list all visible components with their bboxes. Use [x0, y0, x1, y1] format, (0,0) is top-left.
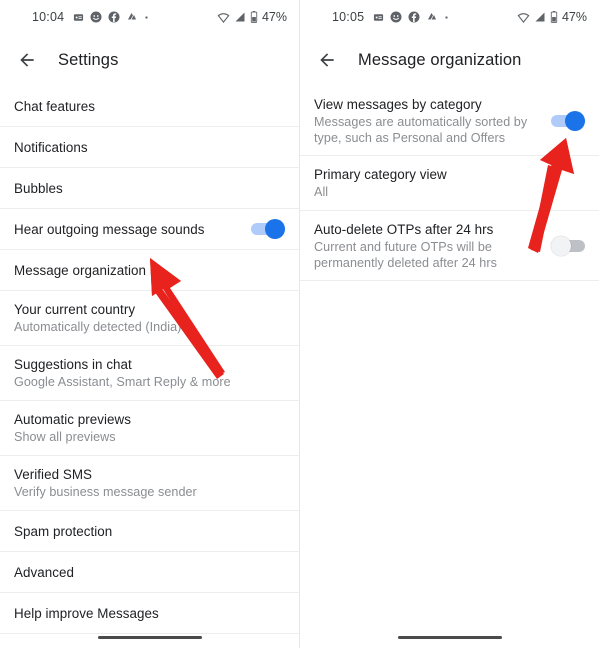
row-title: Primary category view [314, 167, 447, 182]
message-organization-screen: 10:05 47% Message organization View mess… [300, 0, 599, 648]
row-title: Suggestions in chat [14, 357, 132, 372]
dot-icon [444, 15, 449, 20]
toggle-thumb [551, 235, 571, 256]
row-text-group: Auto-delete OTPs after 24 hrs Current an… [314, 212, 541, 280]
settings-row-spam-protection[interactable]: Spam protection [0, 511, 299, 552]
settings-row-hear-outgoing-message-sounds[interactable]: Hear outgoing message sounds [0, 209, 299, 250]
row-text-group: Automatic previews Show all previews [14, 402, 285, 454]
row-subtitle: Messages are automatically sorted by typ… [314, 114, 528, 145]
battery-icon [250, 11, 258, 23]
row-text-group: Suggestions in chat Google Assistant, Sm… [14, 347, 285, 399]
row-title: Message organization [14, 262, 147, 278]
row-title: Verified SMS [14, 467, 93, 482]
status-notification-icons [73, 11, 149, 23]
settings-row-advanced[interactable]: Advanced [0, 552, 299, 593]
signal-bars-icon [534, 11, 546, 23]
row-title: View messages by category [314, 96, 482, 112]
row-title: Advanced [14, 564, 74, 580]
row-text-group: Advanced [14, 555, 285, 590]
toggle-thumb [565, 110, 585, 131]
settings-row-view-messages-by-category[interactable]: View messages by category Messages are a… [300, 86, 599, 156]
back-arrow-icon[interactable] [14, 47, 40, 73]
row-text-group: Message organization [14, 253, 285, 288]
status-bar-left: 10:04 47% [0, 0, 299, 34]
dual-screenshot-container: 10:04 47% Settings Chat features Notific… [0, 0, 600, 648]
app-badge-icon [73, 12, 84, 23]
emoji-circle-icon [390, 11, 402, 23]
dot-icon [144, 15, 149, 20]
row-title: Help improve Messages [14, 605, 159, 621]
row-subtitle: Show all previews [14, 430, 116, 444]
toggle-auto-delete-otps[interactable] [551, 235, 585, 256]
settings-row-message-organization[interactable]: Message organization [0, 250, 299, 291]
row-subtitle: Google Assistant, Smart Reply & more [14, 375, 231, 389]
row-text-group: Notifications [14, 130, 285, 165]
settings-row-primary-category-view[interactable]: Primary category view All [300, 156, 599, 211]
status-bar-right: 10:05 47% [300, 0, 599, 34]
row-subtitle: All [314, 185, 329, 199]
settings-list: Chat features Notifications Bubbles Hear… [0, 86, 299, 634]
settings-row-bubbles[interactable]: Bubbles [0, 168, 299, 209]
app-bar-right: Message organization [300, 34, 599, 86]
status-time: 10:04 [32, 10, 65, 24]
wifi-icon [217, 11, 230, 24]
emoji-circle-icon [90, 11, 102, 23]
gesture-nav-bar-left [0, 626, 299, 648]
toggle-view-messages-by-category[interactable] [551, 110, 585, 131]
row-text-group: Your current country Automatically detec… [14, 292, 285, 344]
gesture-nav-bar-right [300, 626, 599, 648]
settings-row-your-current-country[interactable]: Your current country Automatically detec… [0, 291, 299, 346]
status-system-icons: 47% [517, 10, 587, 24]
row-text-group: Primary category view All [314, 157, 585, 209]
row-text-group: View messages by category Messages are a… [314, 87, 541, 155]
settings-row-verified-sms[interactable]: Verified SMS Verify business message sen… [0, 456, 299, 511]
settings-row-automatic-previews[interactable]: Automatic previews Show all previews [0, 401, 299, 456]
toggle-thumb [265, 219, 285, 239]
row-title: Spam protection [14, 523, 113, 539]
facebook-icon [108, 11, 120, 23]
row-title: Your current country [14, 302, 136, 317]
row-text-group: Verified SMS Verify business message sen… [14, 457, 285, 509]
row-title: Notifications [14, 139, 88, 155]
row-title: Automatic previews [14, 412, 131, 427]
settings-row-notifications[interactable]: Notifications [0, 127, 299, 168]
row-title: Hear outgoing message sounds [14, 221, 205, 237]
settings-row-auto-delete-otps[interactable]: Auto-delete OTPs after 24 hrs Current an… [300, 211, 599, 281]
app-bar-left: Settings [0, 34, 299, 86]
settings-screen: 10:04 47% Settings Chat features Notific… [0, 0, 300, 648]
facebook-icon [408, 11, 420, 23]
row-subtitle: Automatically detected (India) [14, 320, 182, 334]
row-title: Auto-delete OTPs after 24 hrs [314, 221, 494, 237]
row-subtitle: Current and future OTPs will be permanen… [314, 239, 497, 270]
signal-bars-icon [234, 11, 246, 23]
toggle-hear-outgoing-message-sounds[interactable] [251, 219, 285, 239]
battery-percent-label: 47% [561, 10, 587, 24]
settings-row-suggestions-in-chat[interactable]: Suggestions in chat Google Assistant, Sm… [0, 346, 299, 401]
row-subtitle: Verify business message sender [14, 485, 197, 499]
app-badge-icon [373, 12, 384, 23]
row-text-group: Spam protection [14, 514, 285, 549]
row-title: Chat features [14, 98, 96, 114]
app-glyph-icon [426, 11, 438, 23]
row-text-group: Hear outgoing message sounds [14, 212, 241, 247]
status-system-icons: 47% [217, 10, 287, 24]
app-glyph-icon [126, 11, 138, 23]
row-text-group: Chat features [14, 89, 285, 124]
row-text-group: Bubbles [14, 171, 285, 206]
settings-row-chat-features[interactable]: Chat features [0, 86, 299, 127]
wifi-icon [517, 11, 530, 24]
page-title: Message organization [358, 50, 522, 69]
home-pill[interactable] [397, 635, 502, 639]
row-title: Bubbles [14, 180, 63, 196]
battery-icon [550, 11, 558, 23]
battery-percent-label: 47% [261, 10, 287, 24]
home-pill[interactable] [97, 635, 202, 639]
back-arrow-icon[interactable] [314, 47, 340, 73]
page-title: Settings [58, 50, 119, 69]
status-notification-icons [373, 11, 449, 23]
status-time: 10:05 [332, 10, 365, 24]
message-organization-list: View messages by category Messages are a… [300, 86, 599, 281]
